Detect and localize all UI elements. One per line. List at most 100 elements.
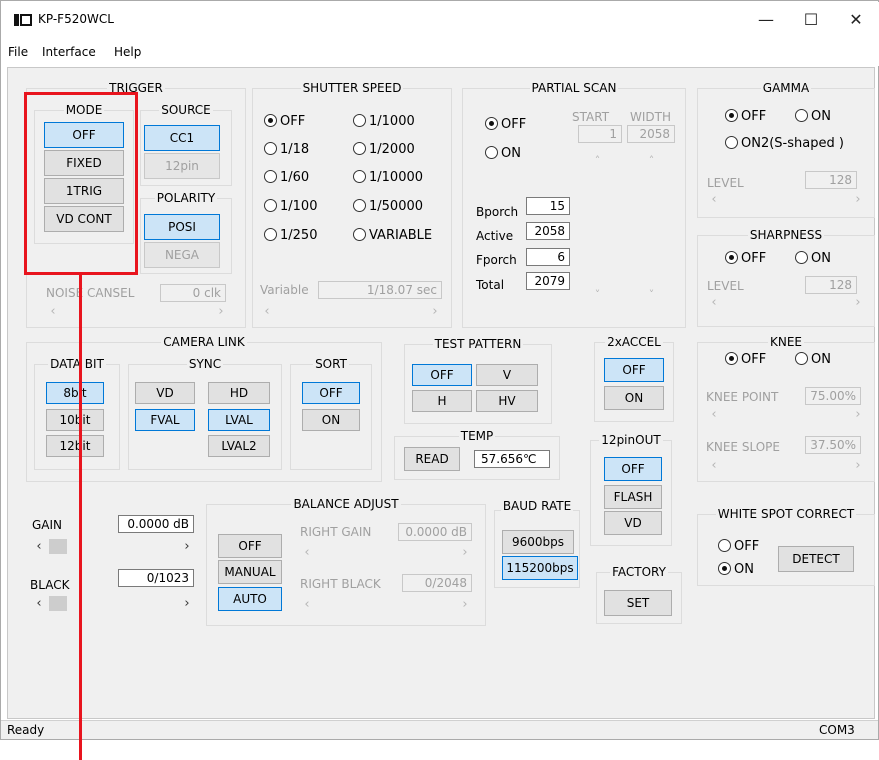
sharpness-off-radio[interactable]: OFF bbox=[725, 251, 766, 267]
scroll-right-icon[interactable]: › bbox=[851, 294, 865, 311]
scroll-right-icon[interactable]: › bbox=[180, 595, 194, 612]
accel-on-button[interactable]: ON bbox=[604, 386, 664, 410]
sync-vd-button[interactable]: VD bbox=[135, 382, 195, 404]
shutter-1-1000-radio[interactable]: 1/1000 bbox=[353, 114, 415, 130]
shutter-1-50000-radio[interactable]: 1/50000 bbox=[353, 199, 423, 215]
scroll-right-icon[interactable]: › bbox=[428, 303, 442, 320]
partial-on-radio[interactable]: ON bbox=[485, 146, 521, 162]
pinout-flash-button[interactable]: FLASH bbox=[604, 485, 662, 509]
scroll-left-icon[interactable]: ‹ bbox=[300, 596, 314, 613]
shutter-1-250-radio[interactable]: 1/250 bbox=[264, 228, 317, 244]
pinout-vd-button[interactable]: VD bbox=[604, 511, 662, 535]
source-cc1-button[interactable]: CC1 bbox=[144, 125, 220, 151]
noise-cansel-scrollbar[interactable]: ‹ › bbox=[46, 303, 228, 320]
testpattern-v-button[interactable]: V bbox=[476, 364, 538, 386]
minimize-button[interactable]: — bbox=[743, 2, 789, 38]
sharpness-on-radio[interactable]: ON bbox=[795, 251, 831, 267]
scroll-up-icon[interactable]: ˄ bbox=[589, 154, 606, 168]
testpattern-h-button[interactable]: H bbox=[412, 390, 472, 412]
right-black-scrollbar[interactable]: ‹ › bbox=[300, 596, 472, 613]
scroll-left-icon[interactable]: ‹ bbox=[260, 303, 274, 320]
scroll-right-icon[interactable]: › bbox=[214, 303, 228, 320]
knee-slope-scrollbar[interactable]: ‹ › bbox=[707, 457, 865, 474]
knee-on-radio[interactable]: ON bbox=[795, 352, 831, 368]
databit-10bit-button[interactable]: 10bit bbox=[46, 409, 104, 431]
black-scrollbar[interactable]: ‹ › bbox=[32, 595, 194, 612]
sync-hd-button[interactable]: HD bbox=[208, 382, 270, 404]
scroll-down-icon[interactable]: ˅ bbox=[643, 288, 660, 302]
menu-file[interactable]: File bbox=[8, 45, 28, 59]
testpattern-off-button[interactable]: OFF bbox=[412, 364, 472, 386]
scroll-right-icon[interactable]: › bbox=[851, 406, 865, 423]
start-scrollbar[interactable]: ˄ ˅ bbox=[589, 154, 606, 302]
scroll-left-icon[interactable]: ‹ bbox=[300, 544, 314, 561]
scroll-left-icon[interactable]: ‹ bbox=[46, 303, 60, 320]
app-icon bbox=[14, 14, 32, 26]
baud-9600-button[interactable]: 9600bps bbox=[502, 530, 574, 554]
knee-point-scrollbar[interactable]: ‹ › bbox=[707, 406, 865, 423]
accel-off-button[interactable]: OFF bbox=[604, 358, 664, 382]
source-12pin-button[interactable]: 12pin bbox=[144, 153, 220, 179]
databit-8bit-button[interactable]: 8bit bbox=[46, 382, 104, 404]
shutter-1-60-radio[interactable]: 1/60 bbox=[264, 170, 309, 186]
menu-interface[interactable]: Interface bbox=[42, 45, 96, 59]
knee-off-radio[interactable]: OFF bbox=[725, 352, 766, 368]
scroll-up-icon[interactable]: ˄ bbox=[643, 154, 660, 168]
shutter-1-10000-radio[interactable]: 1/10000 bbox=[353, 170, 423, 186]
factory-title: FACTORY bbox=[610, 565, 668, 579]
temp-read-button[interactable]: READ bbox=[404, 447, 460, 471]
close-button[interactable]: ✕ bbox=[833, 2, 879, 38]
detect-button[interactable]: DETECT bbox=[778, 546, 854, 572]
baud-115200-button[interactable]: 115200bps bbox=[502, 556, 578, 580]
shutter-1-100-radio[interactable]: 1/100 bbox=[264, 199, 317, 215]
databit-12bit-button[interactable]: 12bit bbox=[46, 435, 104, 457]
variable-scrollbar[interactable]: ‹ › bbox=[260, 303, 442, 320]
gamma-on-radio[interactable]: ON bbox=[795, 109, 831, 125]
scroll-right-icon[interactable]: › bbox=[180, 538, 194, 555]
shutter-1-2000-radio[interactable]: 1/2000 bbox=[353, 142, 415, 158]
factory-set-button[interactable]: SET bbox=[604, 590, 672, 616]
scroll-down-icon[interactable]: ˅ bbox=[589, 288, 606, 302]
testpattern-hv-button[interactable]: HV bbox=[476, 390, 538, 412]
scroll-right-icon[interactable]: › bbox=[458, 596, 472, 613]
maximize-button[interactable]: ☐ bbox=[788, 2, 834, 38]
menu-help[interactable]: Help bbox=[114, 45, 141, 59]
source-title: SOURCE bbox=[159, 103, 213, 117]
black-thumb[interactable] bbox=[49, 596, 67, 611]
scroll-left-icon[interactable]: ‹ bbox=[32, 595, 46, 612]
sync-fval-button[interactable]: FVAL bbox=[135, 409, 195, 431]
sharpness-level-scrollbar[interactable]: ‹ › bbox=[707, 294, 865, 311]
polarity-nega-button[interactable]: NEGA bbox=[144, 242, 220, 268]
gamma-level-scrollbar[interactable]: ‹ › bbox=[707, 191, 865, 208]
scroll-left-icon[interactable]: ‹ bbox=[707, 191, 721, 208]
balance-auto-button[interactable]: AUTO bbox=[218, 587, 282, 611]
polarity-posi-button[interactable]: POSI bbox=[144, 214, 220, 240]
scroll-right-icon[interactable]: › bbox=[458, 544, 472, 561]
variable-label: Variable bbox=[260, 283, 309, 297]
sync-lval-button[interactable]: LVAL bbox=[208, 409, 270, 431]
scroll-left-icon[interactable]: ‹ bbox=[707, 294, 721, 311]
gain-scrollbar[interactable]: ‹ › bbox=[32, 538, 194, 555]
scroll-right-icon[interactable]: › bbox=[851, 457, 865, 474]
sync-lval2-button[interactable]: LVAL2 bbox=[208, 435, 270, 457]
pinout-off-button[interactable]: OFF bbox=[604, 457, 662, 481]
sort-off-button[interactable]: OFF bbox=[302, 382, 360, 404]
gain-thumb[interactable] bbox=[49, 539, 67, 554]
scroll-right-icon[interactable]: › bbox=[851, 191, 865, 208]
width-scrollbar[interactable]: ˄ ˅ bbox=[643, 154, 660, 302]
balance-off-button[interactable]: OFF bbox=[218, 534, 282, 558]
shutter-off-radio[interactable]: OFF bbox=[264, 114, 305, 130]
gamma-on2-radio[interactable]: ON2(S-shaped ) bbox=[725, 136, 844, 152]
partial-off-radio[interactable]: OFF bbox=[485, 117, 526, 133]
wsc-off-radio[interactable]: OFF bbox=[718, 539, 759, 555]
right-gain-scrollbar[interactable]: ‹ › bbox=[300, 544, 472, 561]
gamma-off-radio[interactable]: OFF bbox=[725, 109, 766, 125]
scroll-left-icon[interactable]: ‹ bbox=[707, 406, 721, 423]
balance-manual-button[interactable]: MANUAL bbox=[218, 560, 282, 584]
scroll-left-icon[interactable]: ‹ bbox=[707, 457, 721, 474]
sort-on-button[interactable]: ON bbox=[302, 409, 360, 431]
shutter-variable-radio[interactable]: VARIABLE bbox=[353, 228, 432, 244]
wsc-on-radio[interactable]: ON bbox=[718, 562, 754, 578]
shutter-1-18-radio[interactable]: 1/18 bbox=[264, 142, 309, 158]
scroll-left-icon[interactable]: ‹ bbox=[32, 538, 46, 555]
